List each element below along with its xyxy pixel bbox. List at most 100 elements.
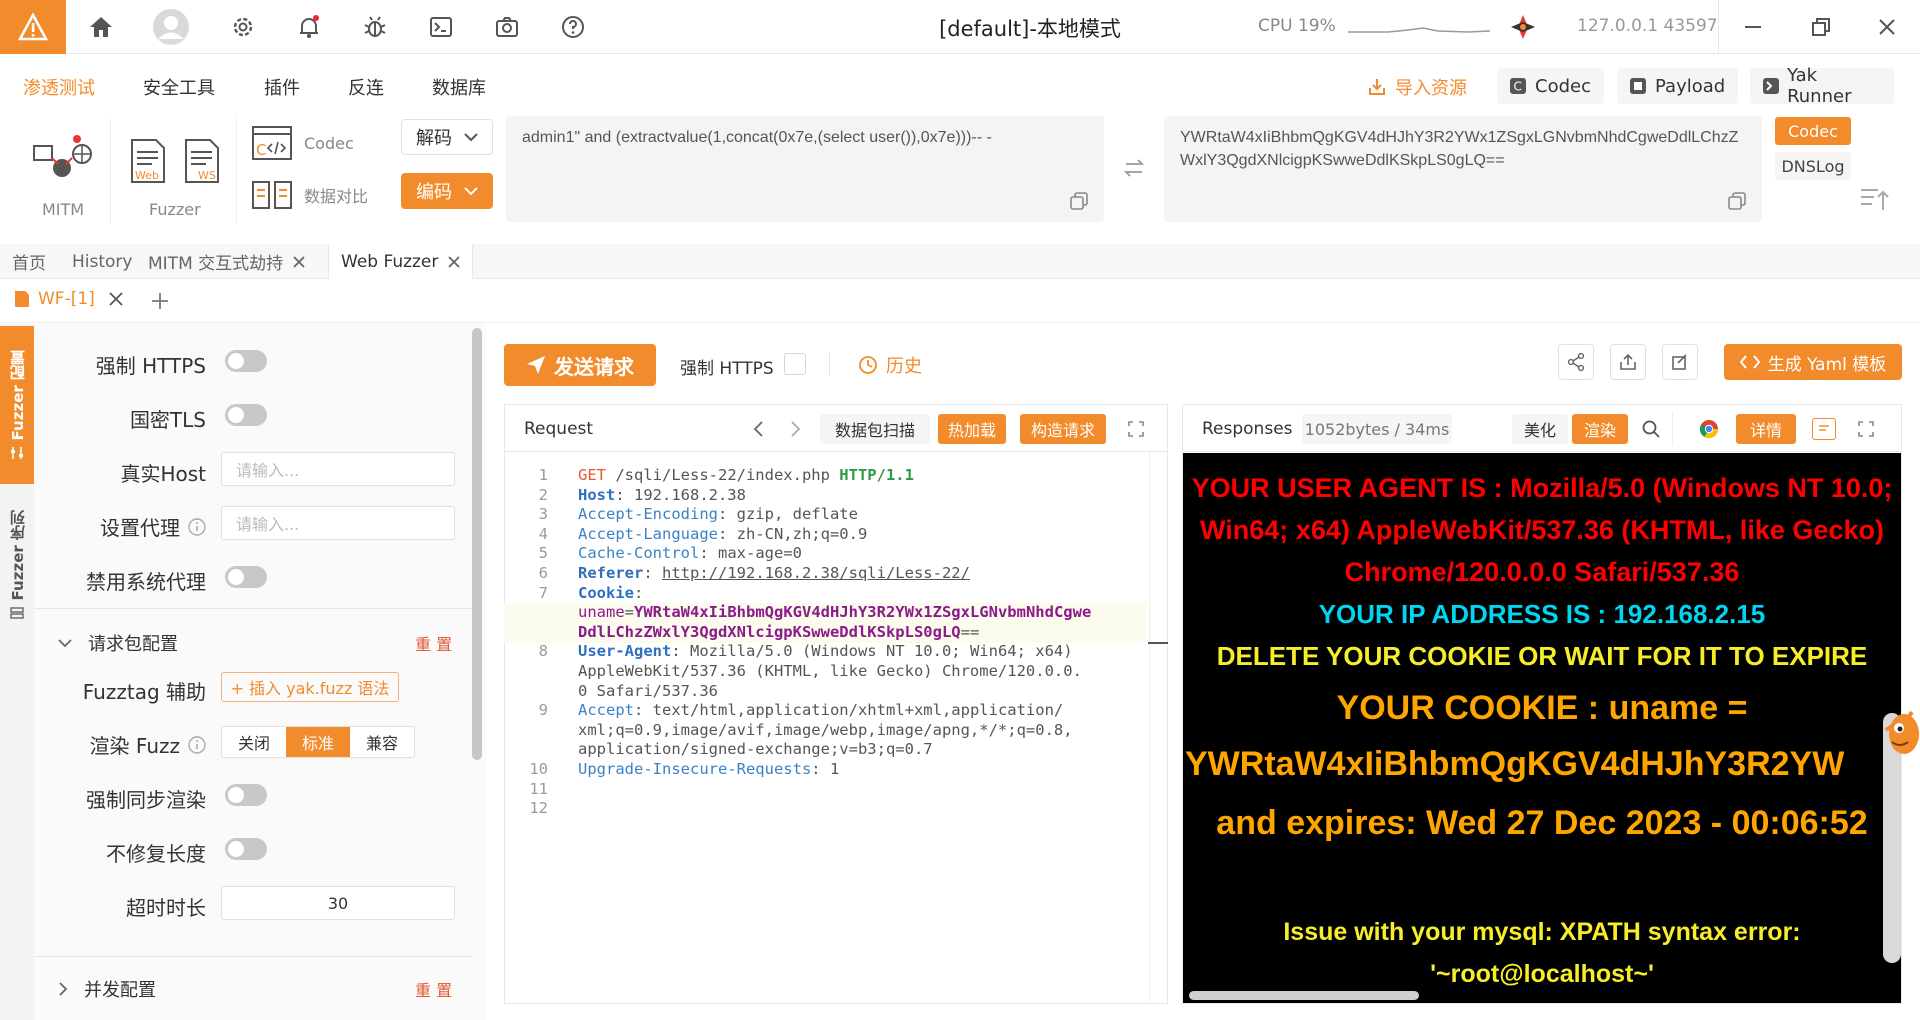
add-tab-icon[interactable] <box>150 291 170 316</box>
swap-icon[interactable] <box>1123 158 1145 183</box>
scrollbar[interactable] <box>472 328 482 760</box>
home-icon[interactable] <box>86 12 116 42</box>
copy-icon[interactable] <box>1070 192 1088 215</box>
search-icon[interactable] <box>1642 420 1660 443</box>
render-standard-option[interactable]: 标准 <box>286 727 350 757</box>
request-config-section[interactable]: 请求包配置 <box>58 630 178 656</box>
yak-runner-button[interactable]: Yak Runner <box>1750 65 1894 107</box>
reset-concurrency-config-button[interactable]: 重 置 <box>415 977 452 1001</box>
menu-database[interactable]: 数据库 <box>432 74 486 100</box>
menu-pentest[interactable]: 渗透测试 <box>23 74 95 100</box>
export-icon[interactable] <box>1610 344 1646 380</box>
ws-fuzzer-icon[interactable]: WS <box>182 138 222 184</box>
horizontal-scrollbar[interactable] <box>1189 991 1419 1000</box>
tab-web-fuzzer[interactable]: Web Fuzzer <box>328 244 474 279</box>
avatar[interactable] <box>152 8 190 46</box>
share-icon[interactable] <box>1558 344 1594 380</box>
codec-output[interactable]: YWRtaW4xIiBhbmQgKGV4dHJhY3R2YWx1ZSgxLGNv… <box>1164 116 1762 222</box>
chevron-right-icon[interactable] <box>790 420 802 443</box>
render-compat-option[interactable]: 兼容 <box>350 727 414 757</box>
render-off-option[interactable]: 关闭 <box>222 727 286 757</box>
mascot-icon[interactable] <box>1878 704 1920 764</box>
insert-yak-fuzz-button[interactable]: + 插入 yak.fuzz 语法 <box>221 672 399 702</box>
info-icon <box>188 517 206 536</box>
camera-icon[interactable] <box>492 12 522 42</box>
menu-reverse[interactable]: 反连 <box>348 74 384 100</box>
subtab-wf-1[interactable]: WF-[1] <box>14 289 123 309</box>
gear-icon[interactable] <box>228 12 258 42</box>
timeout-label: 超时时长 <box>126 896 206 920</box>
packet-scan-button[interactable]: 数据包扫描 <box>820 414 930 444</box>
render-fuzz-label: 渲染 Fuzz <box>89 734 180 758</box>
force-https-checkbox[interactable] <box>784 353 806 375</box>
force-https-toggle[interactable] <box>225 350 267 372</box>
codec-label: Codec <box>1535 75 1591 97</box>
render-button[interactable]: 渲染 <box>1572 414 1628 444</box>
request-editor[interactable]: 1 GET /sqli/Less-22/index.php HTTP/1.1 2 Ho… <box>504 454 1148 1004</box>
generate-yaml-label: 生成 Yaml 模板 <box>1767 354 1887 375</box>
sync-render-toggle[interactable] <box>225 784 267 806</box>
web-fuzzer-icon[interactable]: Web <box>128 138 168 184</box>
gm-tls-toggle[interactable] <box>225 404 267 426</box>
no-fix-length-toggle[interactable] <box>225 838 267 860</box>
code-token: 0 Safari/537.36 <box>578 681 718 700</box>
copy-icon[interactable] <box>1728 192 1746 215</box>
close-icon[interactable] <box>1872 12 1902 42</box>
concurrency-config-section[interactable]: 并发配置 <box>58 976 156 1002</box>
dnslog-side-tab[interactable]: DNSLog <box>1775 152 1851 180</box>
tab-mitm[interactable]: MITM 交互式劫持 <box>148 244 305 279</box>
send-request-button[interactable]: 发送请求 <box>504 344 656 386</box>
details-button[interactable]: 详情 <box>1736 414 1796 444</box>
hot-reload-button[interactable]: 热加载 <box>938 414 1006 444</box>
close-icon <box>293 255 305 268</box>
response-user-agent: YOUR USER AGENT IS : Mozilla/5.0 (Window… <box>1191 473 1893 587</box>
construct-request-button[interactable]: 构造请求 <box>1020 414 1106 444</box>
codec-side-tab[interactable]: Codec <box>1775 117 1851 145</box>
proxy-input[interactable]: 请输入... <box>221 506 455 540</box>
codec-tool[interactable]: C Codec <box>252 126 354 160</box>
terminal-icon[interactable] <box>426 12 456 42</box>
engine-logo-icon[interactable] <box>1508 12 1538 42</box>
bug-icon[interactable] <box>360 12 390 42</box>
chevron-left-icon[interactable] <box>752 420 764 443</box>
tab-home[interactable]: 首页 <box>12 244 46 279</box>
generate-yaml-button[interactable]: 生成 Yaml 模板 <box>1724 344 1902 380</box>
compare-tool[interactable]: 数据对比 <box>252 178 368 212</box>
help-icon[interactable] <box>558 12 588 42</box>
comment-icon[interactable] <box>1812 418 1836 440</box>
edit-icon[interactable] <box>1662 344 1698 380</box>
reset-request-config-button[interactable]: 重 置 <box>415 631 452 655</box>
bell-icon[interactable] <box>294 12 324 42</box>
minimize-icon[interactable] <box>1738 12 1768 42</box>
rail-fuzzer-sequence[interactable]: Fuzzer 序列 <box>0 500 34 630</box>
import-resources-button[interactable]: 导入资源 <box>1367 74 1467 100</box>
rail-fuzzer-config[interactable]: Fuzzer 配置 <box>0 326 34 484</box>
line-code: Cookie: <box>578 584 643 604</box>
collapse-icon[interactable] <box>1860 186 1890 217</box>
chrome-icon[interactable] <box>1699 419 1719 444</box>
history-button[interactable]: 历史 <box>858 352 922 378</box>
beautify-button[interactable]: 美化 <box>1512 414 1568 444</box>
disable-proxy-toggle[interactable] <box>225 566 267 588</box>
warning-icon[interactable] <box>0 0 66 54</box>
restore-icon[interactable] <box>1806 12 1836 42</box>
divider <box>0 322 1920 323</box>
code-line: 8 User-Agent: Mozilla/5.0 (Windows NT 10.… <box>504 642 1073 662</box>
encode-select[interactable]: 编码 <box>401 173 493 209</box>
menu-plugins[interactable]: 插件 <box>264 74 300 100</box>
decode-select[interactable]: 解码 <box>401 119 493 155</box>
code-token: : 1 <box>811 760 840 778</box>
timeout-input[interactable]: 30 <box>221 886 455 920</box>
tab-history[interactable]: History <box>72 244 132 279</box>
fullscreen-icon[interactable] <box>1858 421 1874 442</box>
payload-button[interactable]: Payload <box>1617 68 1738 104</box>
fullscreen-icon[interactable] <box>1128 421 1144 442</box>
menu-security-tools[interactable]: 安全工具 <box>143 74 215 100</box>
code-token: Cookie <box>578 583 634 602</box>
code-token: == <box>960 622 980 641</box>
codec-input[interactable]: admin1" and (extractvalue(1,concat(0x7e,… <box>506 116 1104 222</box>
real-host-input[interactable]: 请输入... <box>221 452 455 486</box>
mitm-icon[interactable] <box>28 132 96 188</box>
codec-button[interactable]: C Codec <box>1497 68 1604 104</box>
line-code: Host: 192.168.2.38 <box>578 486 746 506</box>
